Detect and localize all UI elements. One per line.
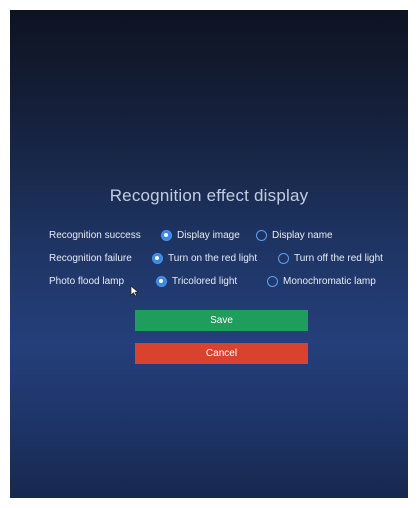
app-screen: Recognition effect display Recognition s…	[10, 10, 408, 498]
radio-option-tricolored-light[interactable]: Tricolored light	[156, 272, 237, 290]
radio-option-turn-off-red-light[interactable]: Turn off the red light	[278, 249, 383, 267]
option-label: Turn on the red light	[168, 252, 258, 264]
setting-row-recognition-success: Recognition success	[49, 226, 141, 244]
radio-option-display-name[interactable]: Display name	[256, 226, 333, 244]
page-title: Recognition effect display	[109, 186, 309, 205]
option-label: Turn off the red light	[294, 252, 383, 264]
save-button[interactable]: Save	[135, 310, 308, 331]
setting-row-photo-flood-lamp: Photo flood lamp	[49, 272, 124, 290]
option-label: Tricolored light	[172, 275, 238, 287]
option-label: Monochromatic lamp	[283, 275, 376, 287]
radio-unchecked-icon	[256, 229, 267, 241]
radio-option-turn-on-red-light[interactable]: Turn on the red light	[152, 249, 257, 267]
radio-checked-icon	[156, 275, 167, 287]
radio-checked-icon	[161, 229, 172, 241]
setting-label: Recognition success	[49, 229, 141, 241]
radio-unchecked-icon	[278, 252, 289, 264]
setting-label: Photo flood lamp	[49, 275, 125, 287]
radio-checked-icon	[152, 252, 163, 264]
mouse-cursor-icon	[130, 285, 140, 297]
radio-unchecked-icon	[267, 275, 278, 287]
option-label: Display image	[177, 229, 240, 241]
setting-label: Recognition failure	[49, 252, 132, 264]
cancel-button[interactable]: Cancel	[135, 343, 308, 364]
radio-option-display-image[interactable]: Display image	[161, 226, 240, 244]
setting-row-recognition-failure: Recognition failure	[49, 249, 132, 267]
option-label: Display name	[272, 229, 333, 241]
radio-option-monochromatic-lamp[interactable]: Monochromatic lamp	[267, 272, 376, 290]
